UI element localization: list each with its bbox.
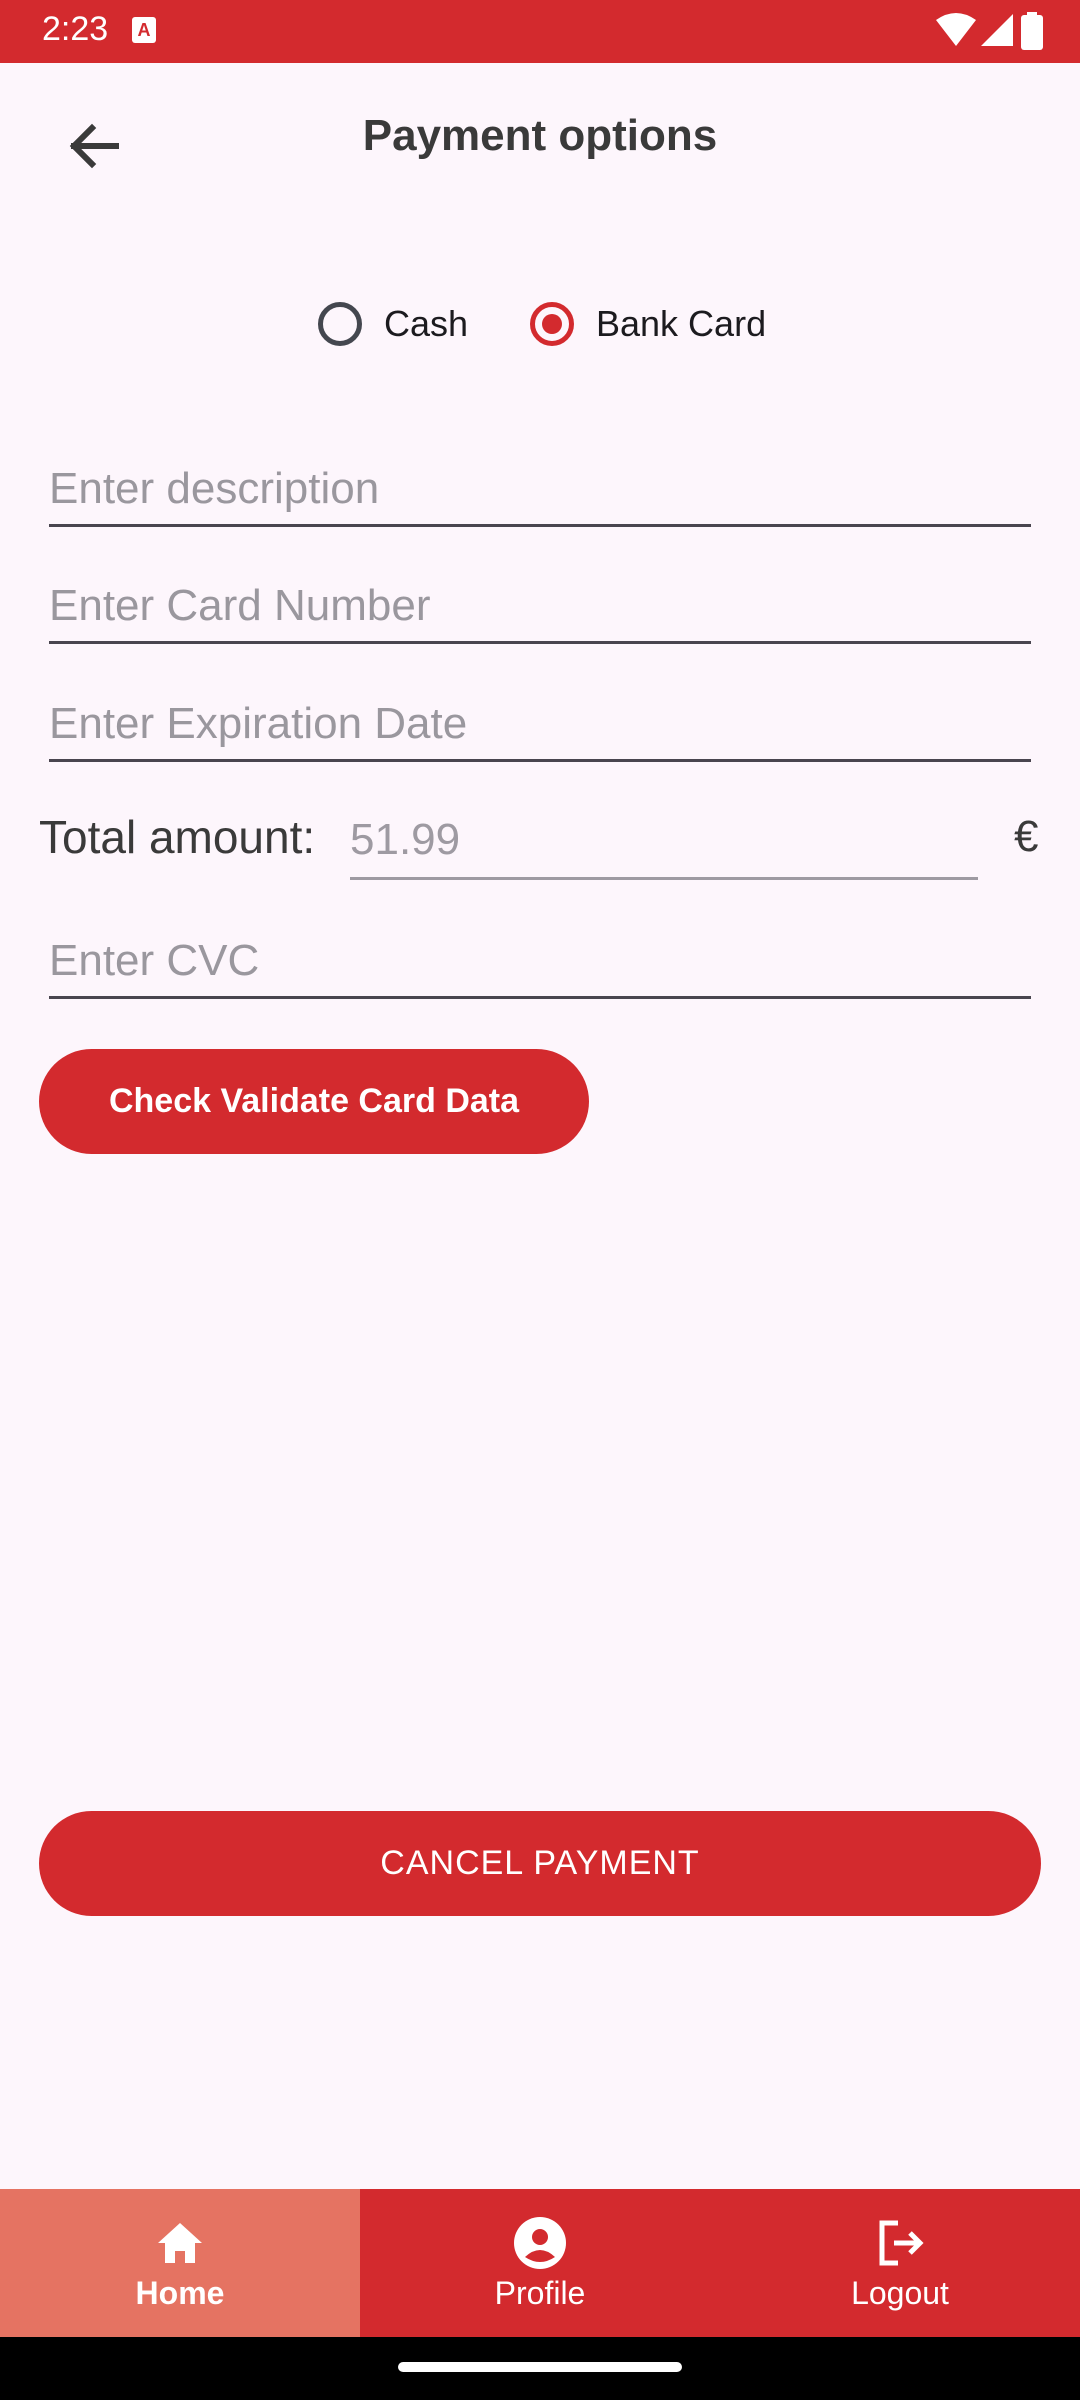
account-circle-icon [514, 2216, 566, 2269]
radio-unchecked-icon [318, 302, 362, 346]
total-amount-value: 51.99 [350, 815, 461, 864]
logout-icon [879, 2220, 924, 2265]
expiration-date-input[interactable] [49, 699, 1031, 749]
radio-cash[interactable]: Cash [318, 294, 468, 354]
status-bar: 2:23 A [0, 0, 1080, 63]
accessibility-notification-icon: A [132, 17, 156, 43]
gesture-handle[interactable] [398, 2362, 682, 2372]
nav-label-home: Home [135, 2274, 225, 2311]
wifi-icon [936, 13, 976, 46]
card-number-input[interactable] [49, 581, 1031, 631]
home-icon [158, 2222, 202, 2263]
cvc-field [49, 916, 1031, 999]
radio-bank-card-label: Bank Card [596, 303, 767, 344]
page-title: Payment options [362, 111, 718, 160]
payment-method-radio-group: Cash Bank Card [0, 294, 1080, 354]
nav-item-profile[interactable]: Profile [360, 2189, 720, 2337]
description-field [49, 444, 1031, 527]
radio-checked-icon [530, 302, 574, 346]
expiration-date-field [49, 679, 1031, 762]
cvc-input[interactable] [49, 936, 1031, 986]
radio-cash-label: Cash [384, 303, 469, 344]
status-time: 2:23 [42, 10, 109, 48]
cancel-payment-button[interactable]: CANCEL PAYMENT [39, 1811, 1041, 1916]
battery-icon [1021, 12, 1043, 50]
nav-item-logout[interactable]: Logout [720, 2189, 1080, 2337]
total-amount-field: 51.99 [350, 800, 978, 880]
radio-bank-card[interactable]: Bank Card [530, 294, 766, 354]
nav-label-profile: Profile [494, 2274, 586, 2311]
total-amount-label: Total amount: [39, 811, 316, 863]
bottom-navigation: Home Profile Logout [0, 2189, 1080, 2337]
validate-card-button[interactable]: Check Validate Card Data [39, 1049, 589, 1154]
currency-symbol: € [1014, 812, 1039, 861]
app-bar: Payment options [0, 63, 1080, 217]
nav-item-home[interactable]: Home [0, 2189, 360, 2337]
card-number-field [49, 561, 1031, 644]
signal-icon [981, 14, 1013, 46]
nav-label-logout: Logout [851, 2274, 949, 2311]
system-gesture-bar [0, 2337, 1080, 2400]
description-input[interactable] [49, 464, 1031, 514]
